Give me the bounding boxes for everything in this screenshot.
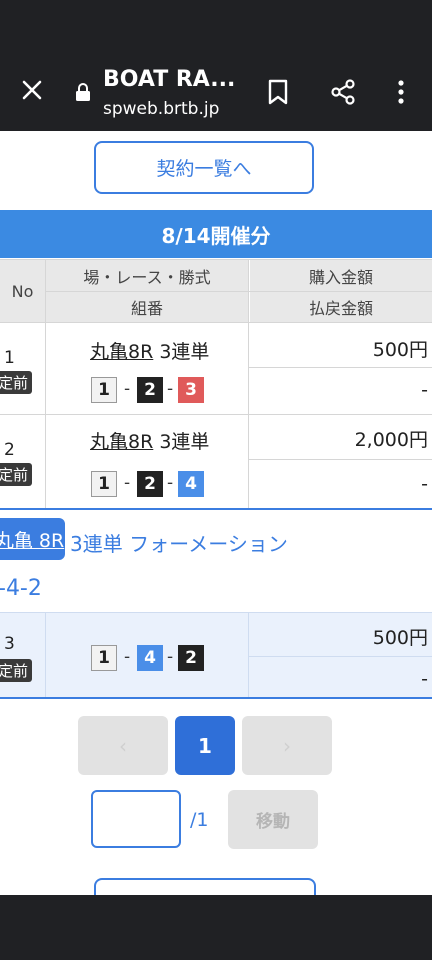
combo-box-1: 1	[91, 471, 117, 497]
bookmark-icon[interactable]	[266, 78, 290, 106]
purchase-amount: 500円	[372, 339, 428, 361]
payout-amount: -	[421, 668, 428, 690]
race-name-link[interactable]: 丸亀8R	[90, 341, 153, 363]
combo-separator: -	[167, 473, 174, 493]
status-badge: 定前	[0, 659, 33, 682]
combo-box-3: 2	[178, 645, 204, 671]
formation-race-link[interactable]: 丸亀 8R	[0, 526, 64, 553]
current-page-button[interactable]: 1	[175, 716, 235, 775]
bet-type: 3連単	[159, 431, 210, 453]
race-name-link[interactable]: 丸亀8R	[90, 431, 153, 453]
page-number-input[interactable]	[91, 790, 181, 848]
header-no: No	[0, 260, 45, 322]
table-row[interactable]: 2 定前 丸亀8R 3連単 1 - 2 - 4 2,000円 -	[0, 415, 432, 508]
combo-box-2: 2	[137, 471, 163, 497]
combo-separator: -	[167, 647, 174, 667]
status-bar	[0, 0, 432, 52]
header-combo: 組番	[46, 292, 248, 322]
combo-box-1: 1	[91, 645, 117, 671]
system-navigation-bar	[0, 895, 432, 960]
lock-icon	[76, 83, 90, 101]
go-button[interactable]: 移動	[228, 790, 318, 849]
page-url[interactable]: spweb.brtb.jp	[103, 99, 219, 119]
next-page-button[interactable]: ›	[242, 716, 332, 775]
row-number: 1	[4, 348, 15, 368]
combo-box-1: 1	[91, 377, 117, 403]
combo-box-2: 4	[137, 645, 163, 671]
row-number: 2	[4, 440, 15, 460]
payout-amount: -	[421, 379, 428, 401]
combo-box-3: 4	[178, 471, 204, 497]
combo-box-3: 3	[178, 377, 204, 403]
share-icon[interactable]	[329, 78, 357, 106]
formation-race-tag[interactable]: 丸亀 8R	[0, 518, 65, 560]
formation-label: 3連単 フォーメーション	[70, 532, 288, 556]
contract-list-button[interactable]: 契約一覧へ	[94, 141, 314, 194]
purchase-amount: 500円	[372, 627, 428, 649]
race-label[interactable]: 丸亀8R 3連単	[90, 337, 209, 364]
formation-summary: -4-2	[0, 576, 42, 601]
payout-amount: -	[421, 473, 428, 495]
combo-separator: -	[124, 379, 131, 399]
race-label[interactable]: 丸亀8R 3連単	[90, 427, 209, 454]
table-row[interactable]: 1 定前 丸亀8R 3連単 1 - 2 - 3 500円 -	[0, 323, 432, 414]
total-pages: /1	[190, 809, 209, 831]
combo-separator: -	[124, 647, 131, 667]
prev-page-button[interactable]: ‹	[78, 716, 168, 775]
header-payout: 払戻金額	[250, 292, 432, 322]
header-purchase: 購入金額	[250, 260, 432, 291]
bet-type: 3連単	[159, 341, 210, 363]
purchase-amount: 2,000円	[354, 429, 428, 451]
page-title: BOAT RA...	[103, 67, 236, 92]
formation-row[interactable]: 3 定前 1 - 4 - 2 500円 -	[0, 612, 432, 698]
header-race-type: 場・レース・勝式	[46, 260, 248, 291]
combo-separator: -	[124, 473, 131, 493]
date-header: 8/14開催分	[0, 210, 432, 258]
close-icon[interactable]	[18, 76, 46, 104]
combo-separator: -	[167, 379, 174, 399]
status-badge: 定前	[0, 463, 33, 486]
row-number: 3	[4, 634, 15, 654]
combo-box-2: 2	[137, 377, 163, 403]
browser-toolbar: BOAT RA... spweb.brtb.jp	[0, 52, 432, 131]
more-options-icon[interactable]	[391, 78, 411, 106]
status-badge: 定前	[0, 371, 33, 394]
